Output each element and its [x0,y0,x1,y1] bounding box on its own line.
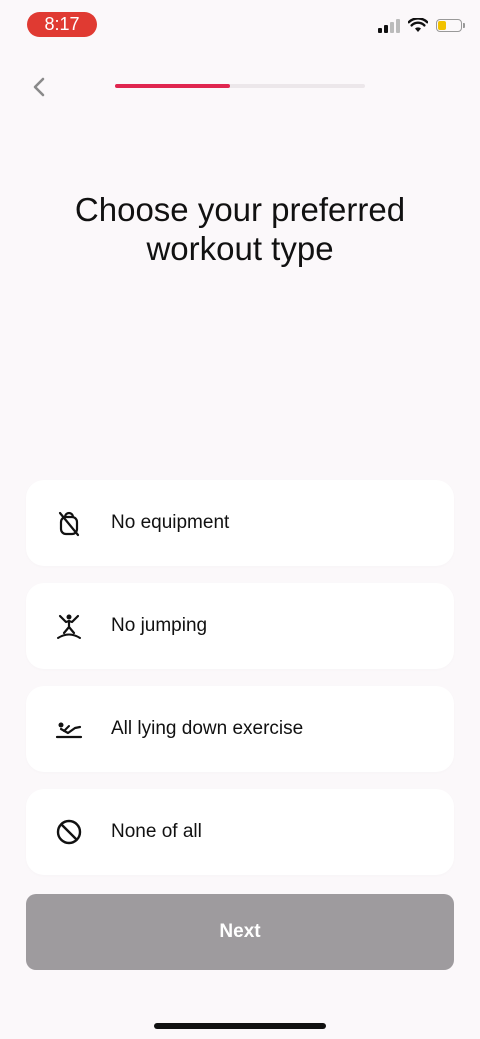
option-no-equipment[interactable]: No equipment [26,480,454,566]
kettlebell-crossed-icon [54,508,84,538]
option-label: No equipment [111,512,230,533]
wifi-icon [408,18,428,32]
option-label: None of all [111,821,202,842]
battery-icon [436,19,465,32]
status-time: 8:17 [27,12,97,37]
status-icons [378,18,465,33]
status-bar: 8:17 [0,0,480,50]
option-none[interactable]: None of all [26,789,454,875]
lying-exercise-icon [54,714,84,744]
back-button[interactable] [26,74,52,100]
signal-icon [378,18,400,33]
battery-level-fill [438,21,446,30]
progress-bar [115,84,365,88]
next-button[interactable]: Next [26,894,454,970]
workout-options: No equipment No jumping All lying down e… [26,480,454,892]
option-label: No jumping [111,615,208,636]
page-title: Choose your preferred workout type [74,191,406,268]
jumping-person-icon [54,611,84,641]
option-lying-down[interactable]: All lying down exercise [26,686,454,772]
progress-fill [115,84,230,88]
prohibited-icon [54,817,84,847]
option-no-jumping[interactable]: No jumping [26,583,454,669]
home-indicator [154,1023,326,1029]
option-label: All lying down exercise [111,718,304,739]
chevron-left-icon [33,77,45,97]
